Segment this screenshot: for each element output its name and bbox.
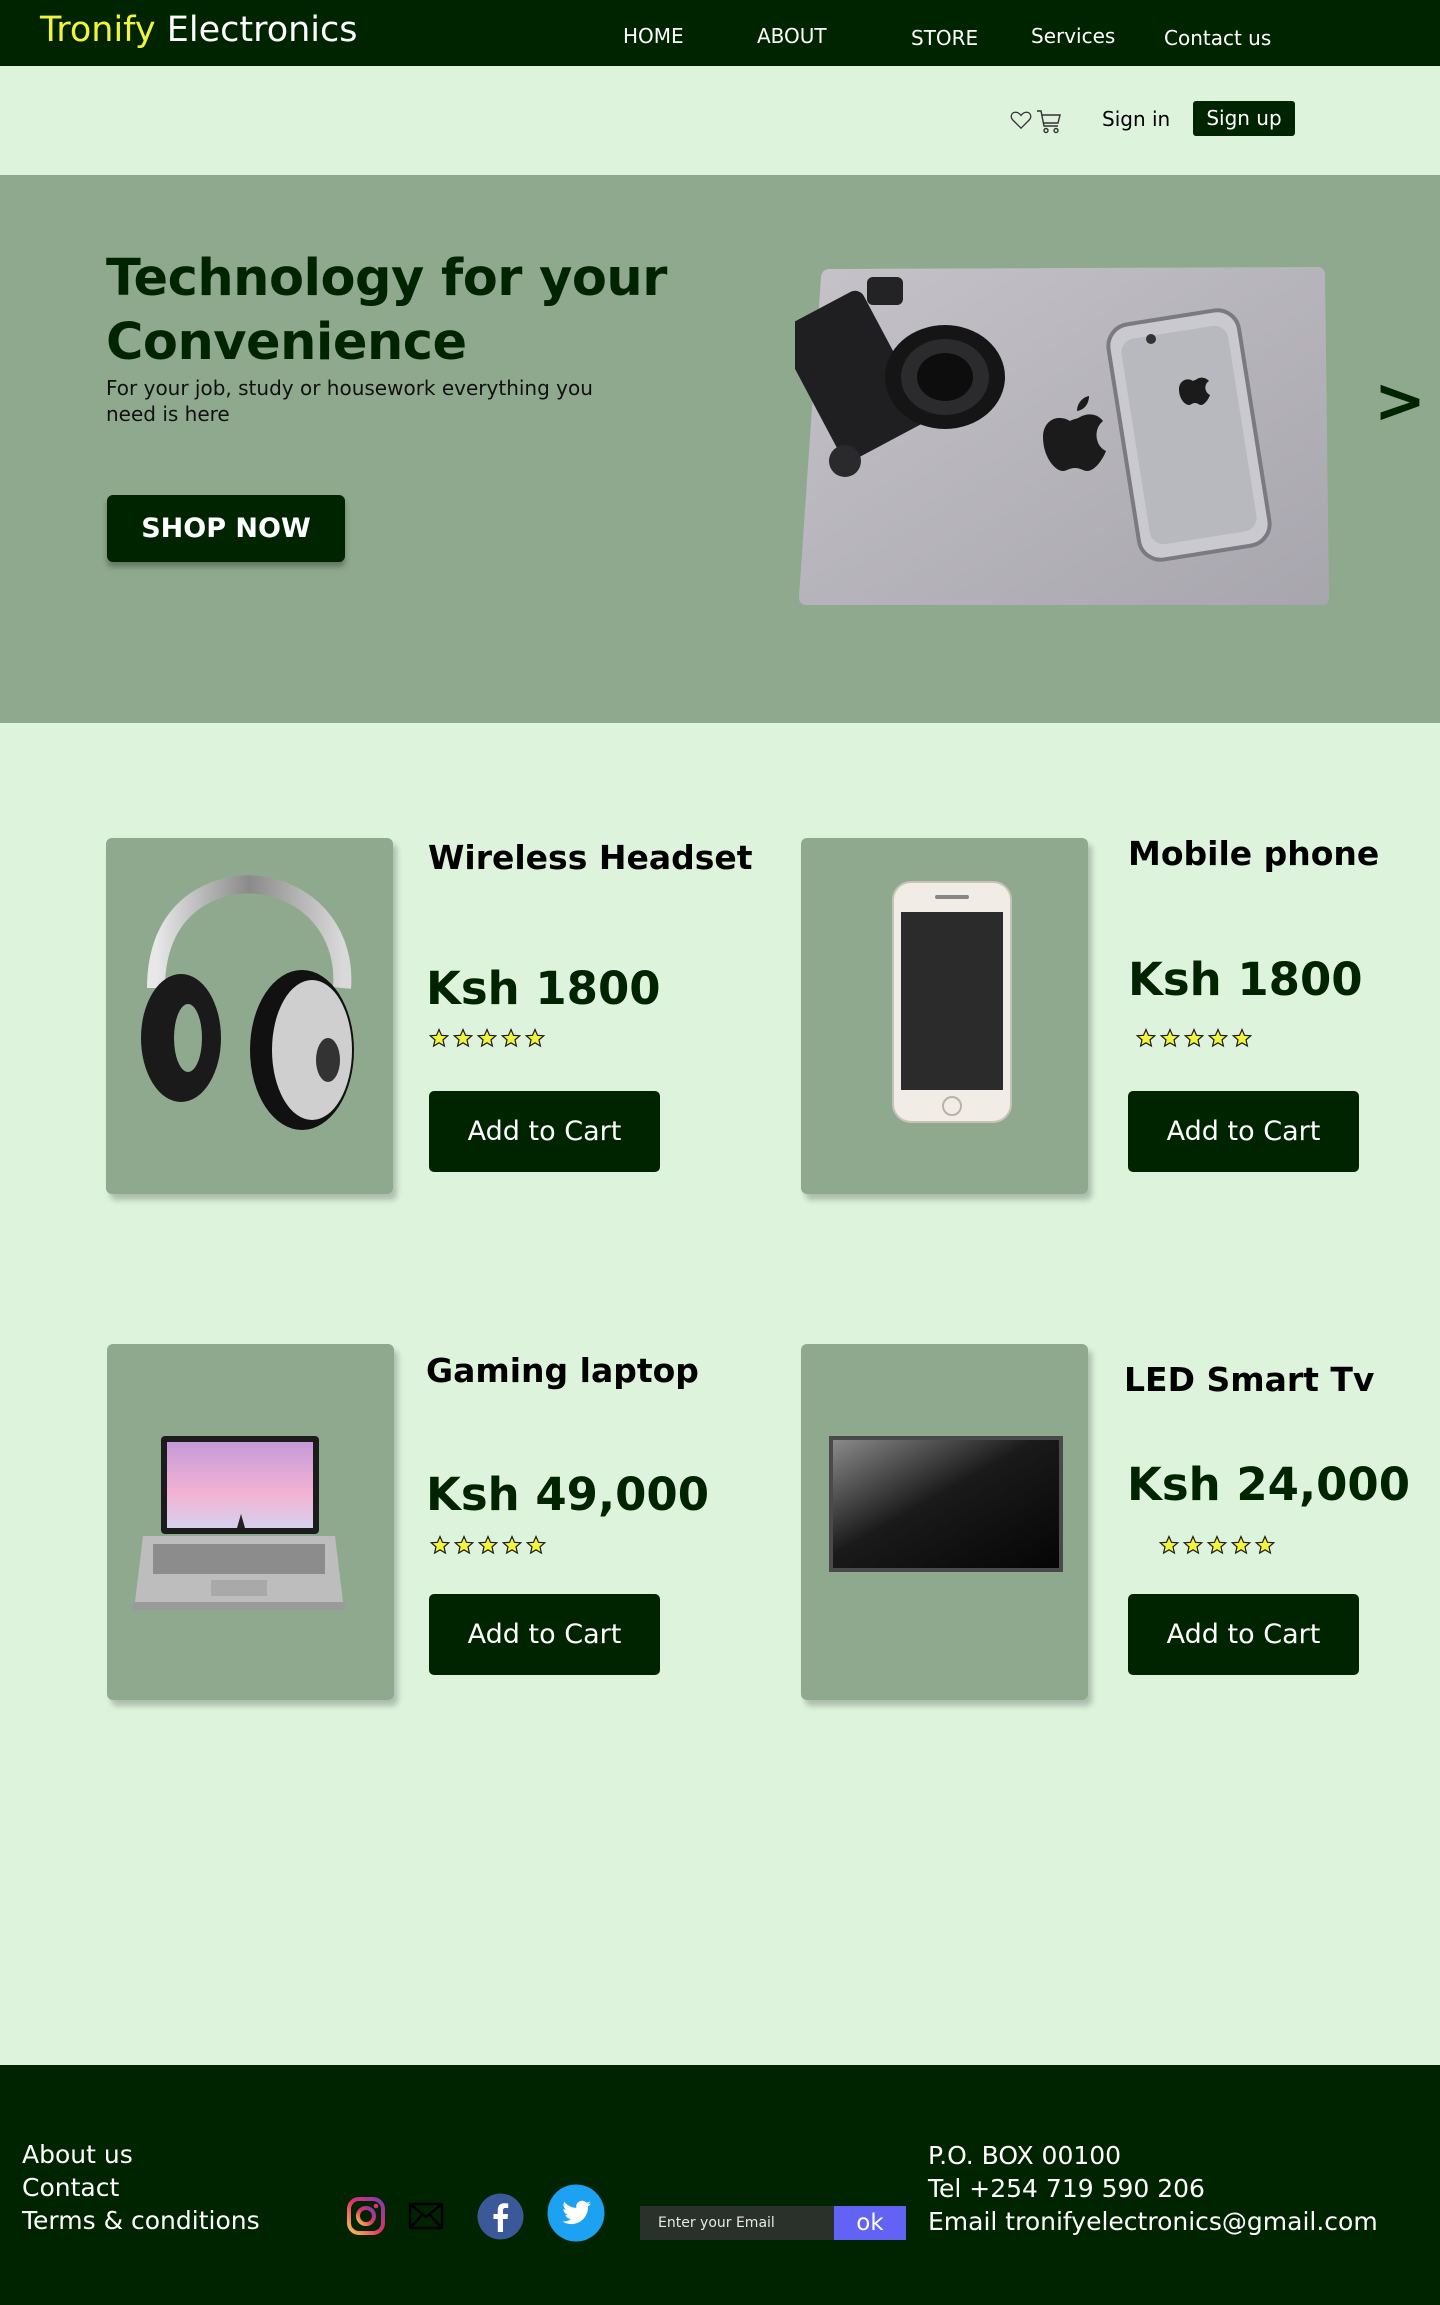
twitter-icon[interactable] xyxy=(547,2184,605,2242)
product-rating xyxy=(1159,1535,1289,1559)
star-icon xyxy=(1183,1535,1203,1555)
add-to-cart-button[interactable]: Add to Cart xyxy=(1128,1091,1359,1172)
cart-icon[interactable] xyxy=(1036,107,1062,135)
footer-about-us-link[interactable]: About us xyxy=(22,2139,133,2171)
add-to-cart-button[interactable]: Add to Cart xyxy=(1128,1594,1359,1675)
hero-subtitle: For your job, study or housework everyth… xyxy=(106,376,593,426)
star-icon xyxy=(453,1028,473,1048)
footer-contact-link[interactable]: Contact xyxy=(22,2172,119,2204)
product-image-headset[interactable] xyxy=(106,838,393,1194)
brand-logo[interactable]: Tronify Electronics xyxy=(40,8,358,52)
star-icon xyxy=(477,1028,497,1048)
star-icon xyxy=(1208,1028,1228,1048)
star-icon xyxy=(429,1028,449,1048)
nav-about[interactable]: ABOUT xyxy=(757,24,827,48)
facebook-icon[interactable] xyxy=(477,2193,524,2240)
star-icon xyxy=(1184,1028,1204,1048)
tv-image xyxy=(829,1436,1063,1572)
star-icon xyxy=(478,1535,498,1555)
phone-image xyxy=(892,881,1012,1123)
newsletter-ok-button[interactable]: ok xyxy=(834,2206,906,2240)
brand-name-first: Tronify xyxy=(40,10,156,50)
nav-store[interactable]: STORE xyxy=(911,26,978,50)
brand-name-second: Electronics xyxy=(166,10,358,50)
product-price: Ksh 49,000 xyxy=(426,1468,710,1521)
star-icon xyxy=(1231,1535,1251,1555)
product-price: Ksh 1800 xyxy=(426,962,661,1015)
hero-title: Technology for your Convenience xyxy=(106,249,667,372)
add-to-cart-button[interactable]: Add to Cart xyxy=(429,1594,660,1675)
star-icon xyxy=(430,1535,450,1555)
star-icon xyxy=(1160,1028,1180,1048)
headset-image xyxy=(141,875,354,1130)
mail-icon[interactable] xyxy=(408,2202,444,2230)
laptop-image xyxy=(133,1436,345,1610)
top-navigation-bar: Tronify Electronics HOME ABOUT STORE Ser… xyxy=(0,0,1440,66)
product-price: Ksh 1800 xyxy=(1128,953,1363,1006)
product-name: Mobile phone xyxy=(1128,834,1380,873)
nav-contact-us[interactable]: Contact us xyxy=(1164,26,1271,50)
footer-terms-link[interactable]: Terms & conditions xyxy=(22,2205,260,2237)
hero-product-image xyxy=(795,267,1329,605)
star-icon xyxy=(1136,1028,1156,1048)
nav-services[interactable]: Services xyxy=(1031,24,1115,48)
instagram-icon[interactable] xyxy=(346,2196,386,2236)
product-price: Ksh 24,000 xyxy=(1127,1458,1411,1511)
star-icon xyxy=(1232,1028,1252,1048)
product-rating xyxy=(1136,1028,1266,1052)
star-icon xyxy=(1159,1535,1179,1555)
hero-banner: Technology for your Convenience For your… xyxy=(0,175,1440,723)
add-to-cart-button[interactable]: Add to Cart xyxy=(429,1091,660,1172)
star-icon xyxy=(1207,1535,1227,1555)
star-icon xyxy=(502,1535,522,1555)
product-image-tv[interactable] xyxy=(801,1344,1088,1700)
nav-home[interactable]: HOME xyxy=(623,24,684,48)
product-name: Gaming laptop xyxy=(426,1351,699,1390)
sign-up-button[interactable]: Sign up xyxy=(1193,101,1295,136)
product-name: LED Smart Tv xyxy=(1124,1360,1375,1399)
star-icon xyxy=(1255,1535,1275,1555)
footer-po-box: P.O. BOX 00100 xyxy=(928,2141,1122,2170)
shop-now-button[interactable]: SHOP NOW xyxy=(107,495,345,562)
sign-in-link[interactable]: Sign in xyxy=(1102,106,1170,132)
footer-telephone: Tel +254 719 590 206 xyxy=(928,2174,1205,2203)
site-footer: About us Contact Terms & conditions ok P… xyxy=(0,2065,1440,2305)
star-icon xyxy=(454,1535,474,1555)
footer-email: Email tronifyelectronics@gmail.com xyxy=(928,2207,1378,2236)
star-icon xyxy=(501,1028,521,1048)
product-rating xyxy=(430,1535,560,1559)
product-image-phone[interactable] xyxy=(801,838,1088,1194)
carousel-next-arrow[interactable]: > xyxy=(1374,370,1428,432)
star-icon xyxy=(526,1535,546,1555)
star-icon xyxy=(525,1028,545,1048)
product-rating xyxy=(429,1028,559,1052)
newsletter-email-input[interactable] xyxy=(640,2206,835,2240)
heart-icon[interactable] xyxy=(1010,110,1032,130)
product-name: Wireless Headset xyxy=(428,838,753,877)
product-image-laptop[interactable] xyxy=(107,1344,394,1700)
